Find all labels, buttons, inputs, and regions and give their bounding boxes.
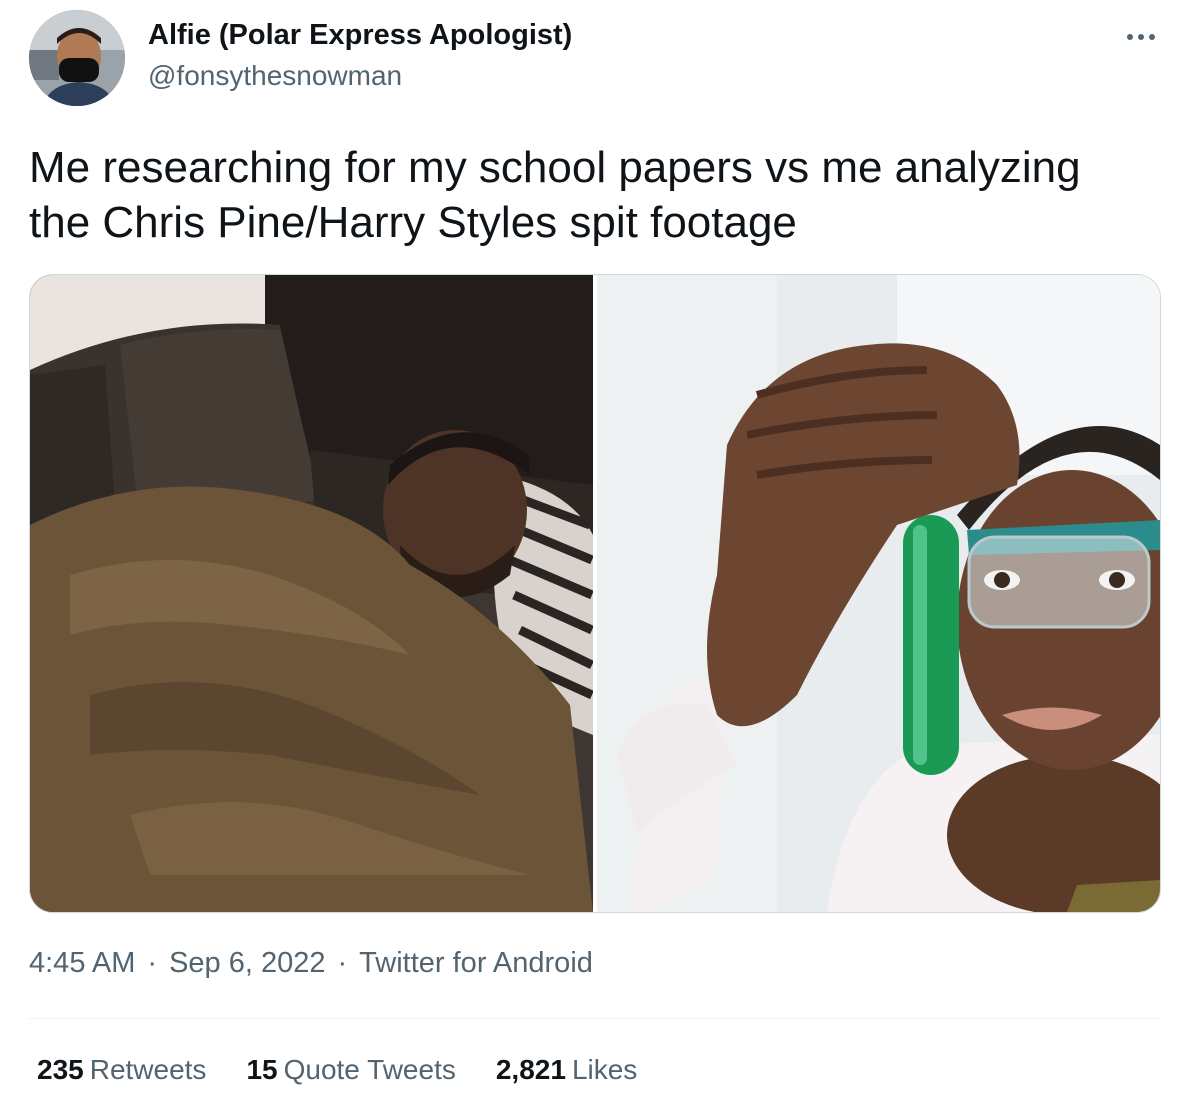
meta-separator: · — [337, 947, 348, 979]
retweets-stat[interactable]: 235 Retweets — [37, 1054, 206, 1086]
likes-count: 2,821 — [495, 1054, 566, 1085]
tweet-source[interactable]: Twitter for Android — [359, 947, 593, 979]
quote-tweets-count: 15 — [246, 1054, 278, 1085]
tweet-date[interactable]: Sep 6, 2022 — [169, 947, 325, 979]
likes-label: Likes — [571, 1054, 638, 1085]
photo-sleeping-man[interactable] — [30, 275, 593, 912]
quote-tweets-label: Quote Tweets — [283, 1054, 456, 1085]
meta-separator: · — [147, 947, 158, 979]
divider — [29, 1018, 1160, 1019]
avatar[interactable] — [29, 10, 125, 106]
more-options-button[interactable] — [1118, 22, 1164, 52]
photo-scientist-examining-test-tube-icon — [597, 275, 1160, 912]
tweet-stats: 235 Retweets 15 Quote Tweets 2,821 Likes — [37, 1054, 637, 1086]
photo-scientist[interactable] — [597, 275, 1160, 912]
tweet-text: Me researching for my school papers vs m… — [29, 143, 1081, 247]
photo-man-sleeping-on-couch-icon — [30, 275, 593, 912]
retweets-label: Retweets — [89, 1054, 207, 1085]
author-display-name[interactable]: Alfie (Polar Express Apologist) — [148, 19, 572, 52]
quote-tweets-stat[interactable]: 15 Quote Tweets — [246, 1054, 455, 1086]
tweet-media — [29, 274, 1161, 913]
tweet-time[interactable]: 4:45 AM — [29, 947, 135, 979]
author-handle[interactable]: @fonsythesnowman — [148, 60, 402, 92]
retweets-count: 235 — [37, 1054, 84, 1085]
likes-stat[interactable]: 2,821 Likes — [496, 1054, 637, 1086]
user-avatar-icon — [29, 10, 125, 106]
tweet-meta: 4:45 AM · Sep 6, 2022 · Twitter for Android — [29, 947, 593, 980]
more-horizontal-icon — [1127, 34, 1133, 40]
